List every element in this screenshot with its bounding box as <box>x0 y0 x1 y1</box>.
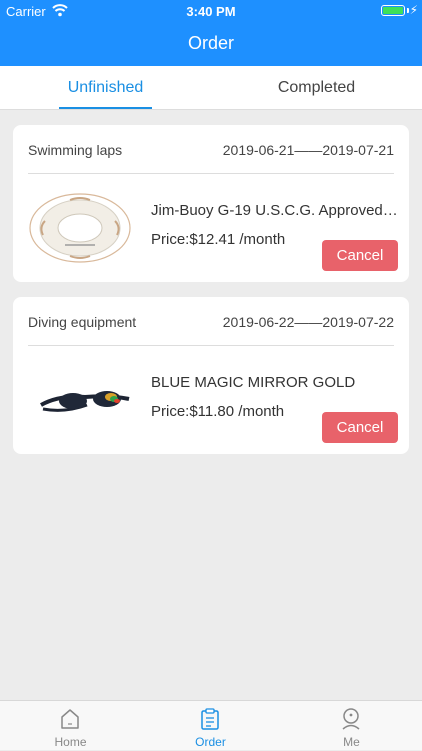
tab-bar-label: Home <box>54 735 87 749</box>
order-tabs: Unfinished Completed <box>0 66 422 110</box>
cancel-button[interactable]: Cancel <box>322 240 398 271</box>
status-bar: Carrier 3:40 PM ⚡ <box>0 0 422 22</box>
cancel-button[interactable]: Cancel <box>322 412 398 443</box>
charging-icon: ⚡ <box>409 3 418 17</box>
order-card[interactable]: Diving equipment 2019-06-22——2019-07-22 … <box>13 297 409 454</box>
order-card-header: Diving equipment 2019-06-22——2019-07-22 <box>28 297 394 346</box>
product-price: Price:$12.41 /month <box>151 231 286 248</box>
tab-bar-order[interactable]: Order <box>140 701 281 751</box>
order-dates: 2019-06-22——2019-07-22 <box>222 314 394 330</box>
tab-completed[interactable]: Completed <box>211 66 422 110</box>
battery-icon <box>381 5 405 16</box>
active-tab-indicator <box>59 107 152 109</box>
nav-bar: Order <box>0 22 422 66</box>
page-title: Order <box>187 33 234 53</box>
product-name: BLUE MAGIC MIRROR GOLD <box>151 374 356 391</box>
product-name: Jim-Buoy G-19 U.S.C.G. Approved Life Rin… <box>151 202 401 219</box>
tab-bar-home[interactable]: Home <box>0 701 141 751</box>
product-price: Price:$11.80 /month <box>151 403 285 420</box>
tab-unfinished[interactable]: Unfinished <box>0 66 211 110</box>
tab-bar-label: Order <box>195 735 226 749</box>
life-ring-image <box>25 183 135 273</box>
order-card-header: Swimming laps 2019-06-21——2019-07-21 <box>28 125 394 174</box>
home-icon <box>61 709 79 729</box>
swim-goggles-image <box>25 355 135 445</box>
clipboard-icon <box>201 708 219 730</box>
tab-bar-label: Me <box>343 735 360 749</box>
user-icon <box>342 708 360 730</box>
order-category: Diving equipment <box>28 314 137 330</box>
order-card[interactable]: Swimming laps 2019-06-21——2019-07-21 Jim… <box>13 125 409 282</box>
bottom-tab-bar: Home Order Me <box>0 700 422 750</box>
order-category: Swimming laps <box>28 142 123 158</box>
tab-bar-me[interactable]: Me <box>281 701 422 751</box>
status-time: 3:40 PM <box>186 4 236 19</box>
order-dates: 2019-06-21——2019-07-21 <box>222 142 394 158</box>
